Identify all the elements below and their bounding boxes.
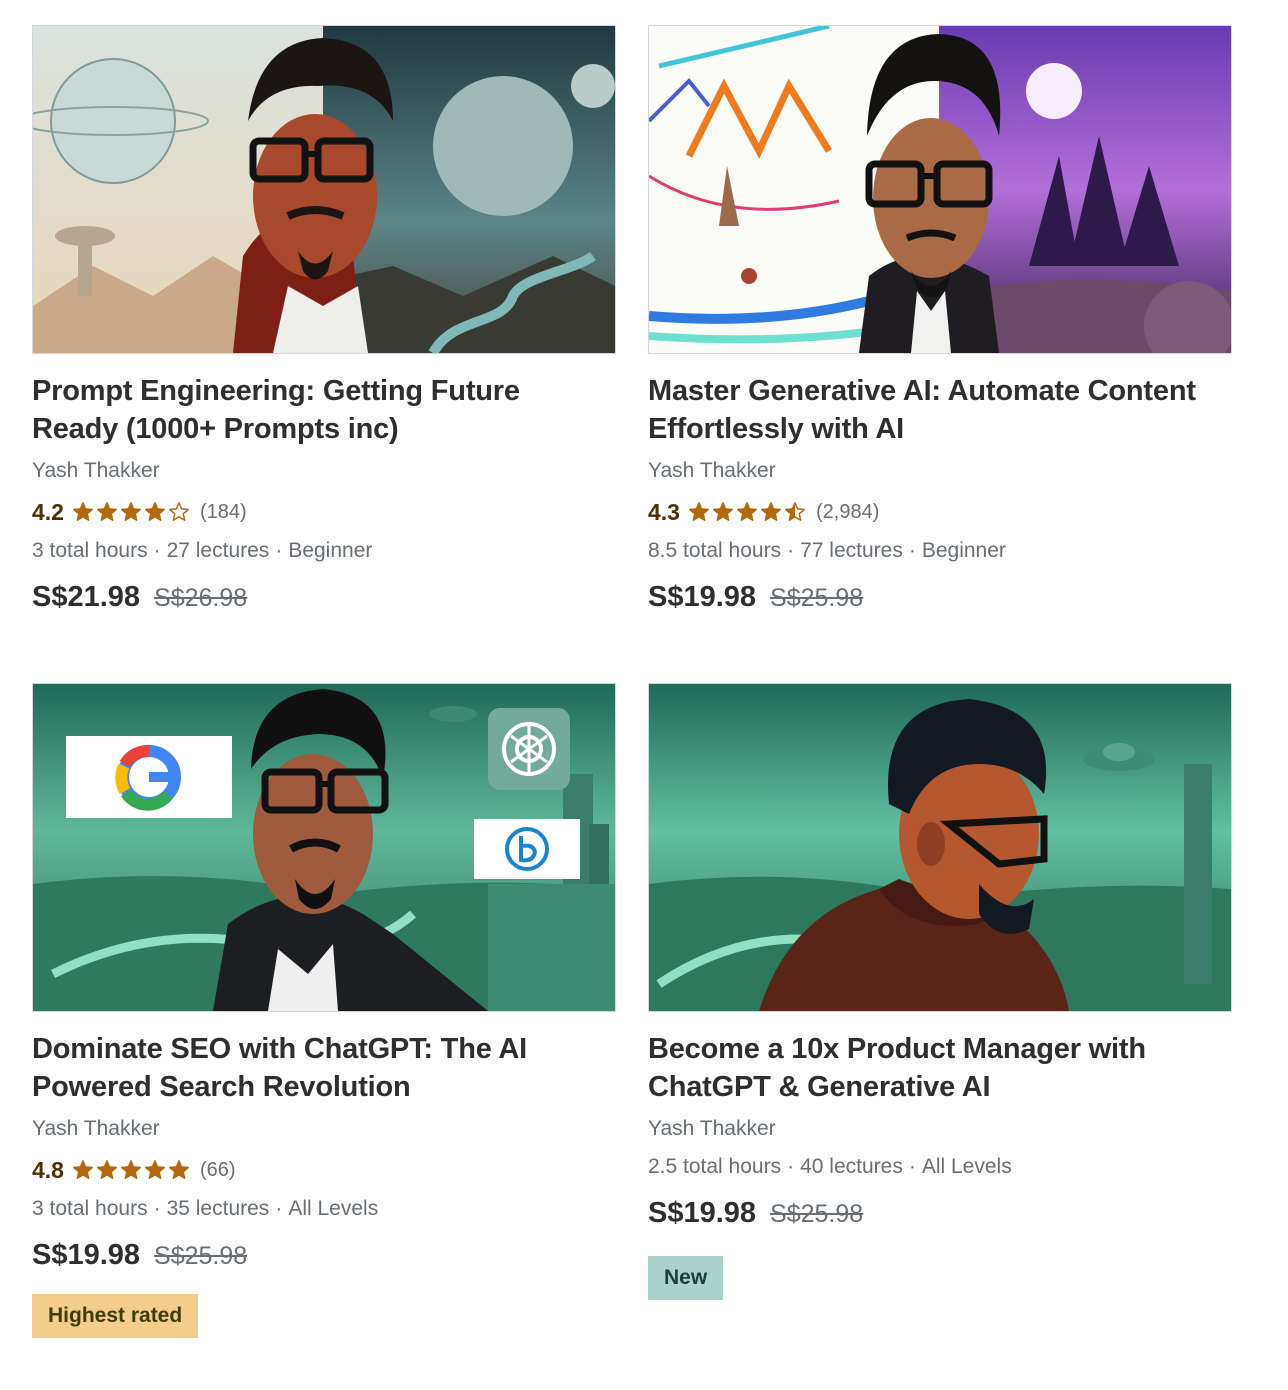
lecture-count: 40 lectures — [800, 1155, 903, 1178]
separator: · — [908, 539, 916, 562]
course-level: All Levels — [921, 1155, 1012, 1178]
course-thumbnail-image — [33, 684, 615, 1011]
highest-rated-badge: Highest rated — [32, 1294, 199, 1338]
course-meta: 8.5 total hours · 77 lectures · Beginner — [648, 537, 1232, 565]
original-price: S$25.98 — [154, 1242, 248, 1270]
price-row: S$19.98 S$25.98 — [648, 1197, 1232, 1230]
star-full-icon — [97, 1160, 117, 1179]
star-full-icon — [689, 502, 709, 521]
star-empty-icon — [169, 502, 189, 521]
star-full-icon — [145, 1160, 165, 1179]
separator: · — [787, 539, 795, 562]
separator: · — [153, 1197, 161, 1220]
separator: · — [275, 1197, 283, 1220]
star-rating — [688, 501, 808, 523]
star-full-icon — [121, 1160, 141, 1179]
course-meta: 3 total hours · 27 lectures · Beginner — [32, 537, 616, 565]
original-price: S$25.98 — [770, 584, 864, 612]
course-instructor: Yash Thakker — [648, 459, 776, 482]
course-title[interactable]: Prompt Engineering: Getting Future Ready… — [32, 372, 612, 448]
star-full-icon — [73, 502, 93, 521]
lecture-count: 35 lectures — [166, 1197, 270, 1220]
total-hours: 3 total hours — [32, 1197, 148, 1220]
rating-row: 4.3 (2,984) — [648, 497, 1232, 527]
rating-value: 4.3 — [648, 498, 680, 525]
course-title[interactable]: Dominate SEO with ChatGPT: The AI Powere… — [32, 1030, 612, 1106]
google-logo — [66, 736, 232, 818]
course-thumbnail[interactable] — [32, 25, 616, 354]
star-full-icon — [121, 502, 141, 521]
course-instructor: Yash Thakker — [648, 1117, 776, 1140]
price-row: S$21.98 S$26.98 — [32, 581, 616, 614]
course-thumbnail-image — [649, 684, 1231, 1011]
star-full-icon — [145, 502, 165, 521]
separator: · — [908, 1155, 916, 1178]
lecture-count: 27 lectures — [166, 539, 270, 562]
course-title[interactable]: Master Generative AI: Automate Content E… — [648, 372, 1228, 448]
course-card[interactable]: Become a 10x Product Manager with ChatGP… — [648, 683, 1232, 1300]
price-row: S$19.98 S$25.98 — [648, 581, 1232, 614]
total-hours: 2.5 total hours — [648, 1155, 782, 1178]
rating-count: (66) — [199, 1158, 236, 1181]
current-price: S$19.98 — [32, 1239, 141, 1271]
original-price: S$25.98 — [770, 1200, 864, 1228]
star-full-icon — [97, 502, 117, 521]
current-price: S$19.98 — [648, 581, 757, 613]
course-thumbnail-image — [33, 26, 615, 353]
course-thumbnail[interactable] — [648, 683, 1232, 1012]
total-hours: 8.5 total hours — [648, 539, 782, 562]
course-thumbnail[interactable] — [32, 683, 616, 1012]
course-title[interactable]: Become a 10x Product Manager with ChatGP… — [648, 1030, 1228, 1106]
lecture-count: 77 lectures — [800, 539, 903, 562]
rating-count: (184) — [199, 500, 247, 523]
course-thumbnail[interactable] — [648, 25, 1232, 354]
original-price: S$26.98 — [154, 584, 248, 612]
course-meta: 3 total hours · 35 lectures · All Levels — [32, 1195, 616, 1223]
current-price: S$19.98 — [648, 1197, 757, 1229]
star-rating — [72, 501, 192, 523]
total-hours: 3 total hours — [32, 539, 148, 562]
bing-logo — [474, 819, 580, 879]
course-thumbnail-image — [649, 26, 1231, 353]
course-level: Beginner — [921, 539, 1006, 562]
new-badge: New — [648, 1256, 724, 1300]
course-card[interactable]: Master Generative AI: Automate Content E… — [648, 25, 1232, 614]
rating-row: 4.8 (66) — [32, 1155, 616, 1185]
chatgpt-logo — [488, 708, 570, 790]
course-card[interactable]: Dominate SEO with ChatGPT: The AI Powere… — [32, 683, 616, 1338]
star-full-icon — [713, 502, 733, 521]
separator: · — [275, 539, 283, 562]
course-instructor: Yash Thakker — [32, 459, 160, 482]
separator: · — [153, 539, 161, 562]
rating-count: (2,984) — [815, 500, 880, 523]
rating-value: 4.2 — [32, 498, 64, 525]
star-full-icon — [737, 502, 757, 521]
rating-row: 4.2 (184) — [32, 497, 616, 527]
price-row: S$19.98 S$25.98 — [32, 1239, 616, 1272]
star-full-icon — [73, 1160, 93, 1179]
course-instructor: Yash Thakker — [32, 1117, 160, 1140]
star-full-icon — [169, 1160, 189, 1179]
star-full-icon — [761, 502, 781, 521]
current-price: S$21.98 — [32, 581, 141, 613]
course-level: Beginner — [288, 539, 373, 562]
separator: · — [787, 1155, 795, 1178]
star-rating — [72, 1159, 192, 1181]
course-meta: 2.5 total hours · 40 lectures · All Levels — [648, 1153, 1232, 1181]
course-level: All Levels — [288, 1197, 379, 1220]
star-half-icon — [785, 502, 805, 521]
rating-value: 4.8 — [32, 1156, 64, 1183]
course-card[interactable]: Prompt Engineering: Getting Future Ready… — [32, 25, 616, 614]
